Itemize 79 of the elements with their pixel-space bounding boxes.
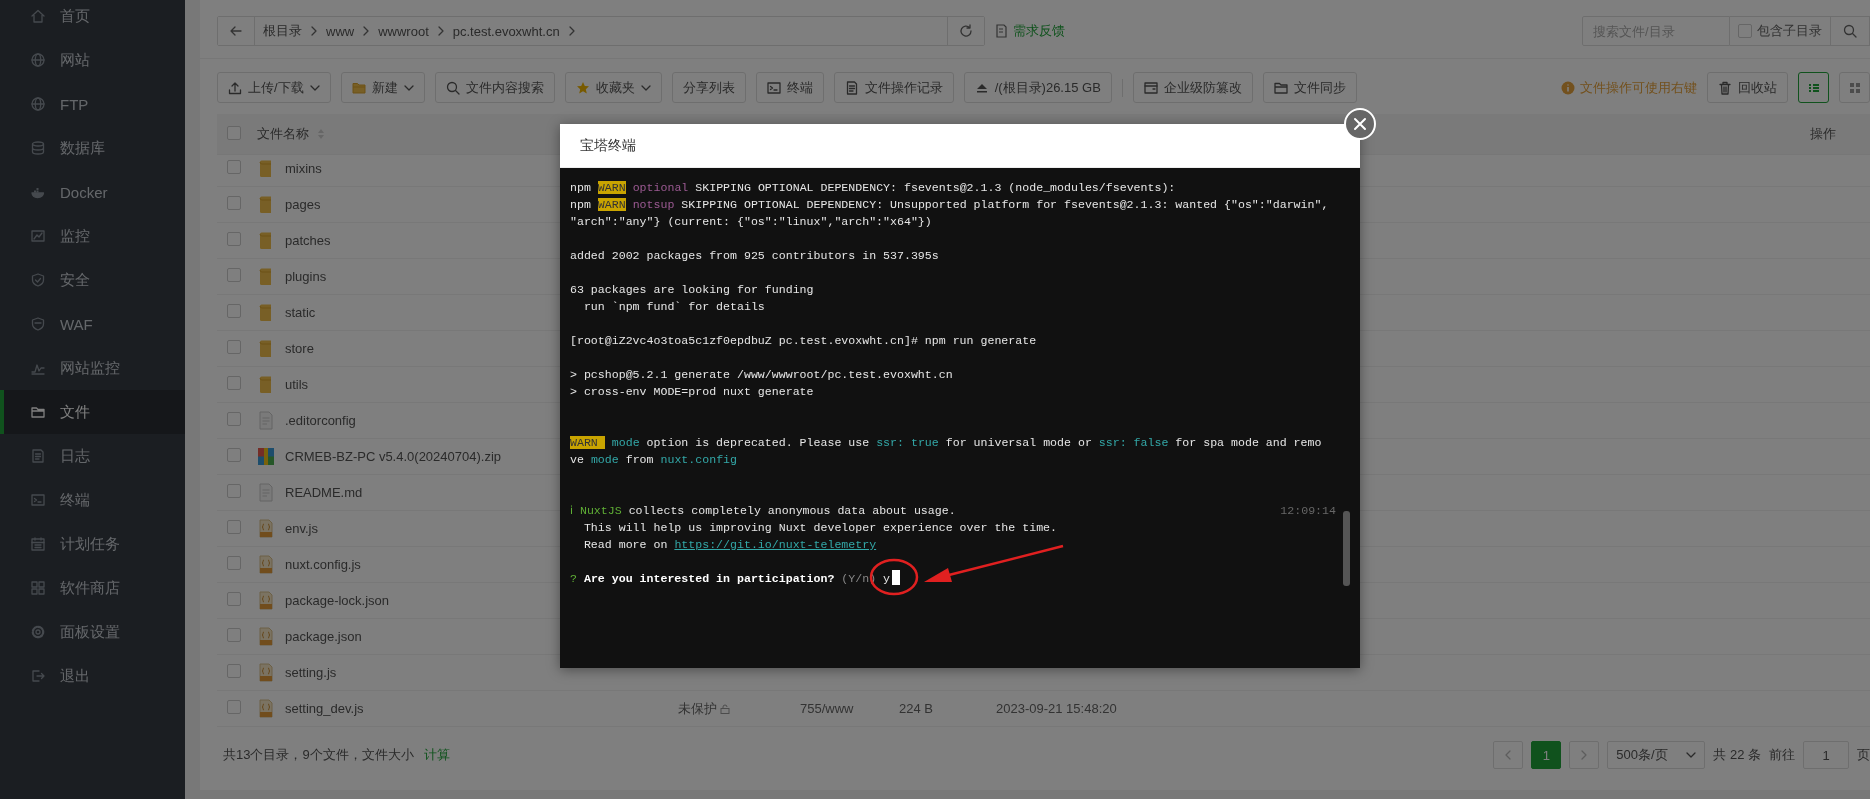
terminal-line: WARN mode option is deprecated. Please use ssr: true for universal mode or ssr: false for spa mode and remo <box>570 435 1322 451</box>
sidebar-item[interactable]: 文件 <box>0 390 185 434</box>
breadcrumb-link[interactable]: pc.test.evoxwht.cn <box>452 23 560 39</box>
breadcrumb-link[interactable]: www <box>326 23 355 39</box>
toolbar-button[interactable]: /(根目录)26.15 GB <box>963 72 1112 103</box>
file-name[interactable]: env.js <box>285 521 318 536</box>
sidebar-item[interactable]: 终端 <box>0 478 185 522</box>
terminal-line: > pcshop@5.2.1 generate /www/wwwroot/pc.test.evoxwht.cn <box>570 367 953 383</box>
timestamp: 12:09:14 <box>1280 503 1336 519</box>
page-unit-label: 页 <box>1857 746 1870 764</box>
toolbar-button[interactable]: 企业级防篡改 <box>1132 72 1253 103</box>
file-name[interactable]: package-lock.json <box>285 593 390 608</box>
file-name[interactable]: store <box>285 341 314 356</box>
sidebar-item[interactable]: 安全 <box>0 258 185 302</box>
page-size-select[interactable]: 500条/页 <box>1607 741 1706 769</box>
sidebar-item[interactable]: FTP <box>0 82 185 126</box>
sidebar-item[interactable]: 首页 <box>0 0 185 38</box>
sidebar-item[interactable]: 日志 <box>0 434 185 478</box>
total-count: 共 22 条 <box>1713 746 1761 764</box>
file-name[interactable]: patches <box>285 233 331 248</box>
sidebar-item[interactable]: 监控 <box>0 214 185 258</box>
terminal-line: > cross-env MODE=prod nuxt generate <box>570 384 814 400</box>
sidebar-item[interactable]: 面板设置 <box>0 610 185 654</box>
file-name[interactable]: static <box>285 305 316 320</box>
terminal-link[interactable]: https://git.io/nuxt-telemetry <box>674 538 877 551</box>
sidebar-item[interactable]: Docker <box>0 170 185 214</box>
date-cell: 2023-09-21 15:48:20 <box>996 701 1117 716</box>
toolbar-button[interactable]: 新建 <box>340 72 425 103</box>
right-click-hint: 文件操作可使用右键 <box>1561 78 1697 97</box>
sidebar-item[interactable]: 退出 <box>0 654 185 698</box>
file-name[interactable]: CRMEB-BZ-PC v5.4.0(20240704).zip <box>285 449 502 464</box>
file-name[interactable]: plugins <box>285 269 327 284</box>
column-header[interactable]: 文件名称 <box>257 125 309 143</box>
toolbar-button[interactable]: 文件操作记录 <box>833 72 954 103</box>
sidebar-item[interactable]: 网站 <box>0 38 185 82</box>
file-name[interactable]: .editorconfig <box>285 413 356 428</box>
terminal-line: [root@iZ2vc4o3toa5c1zf0epdbuZ pc.test.evoxwht.cn]# npm run generate <box>570 333 1037 349</box>
sidebar-item[interactable]: 网站监控 <box>0 346 185 390</box>
subdir-checkbox[interactable]: 包含子目录 <box>1730 16 1830 46</box>
file-name[interactable]: package.json <box>285 629 362 644</box>
breadcrumb-link[interactable]: wwwroot <box>378 23 429 39</box>
page-input[interactable]: 1 <box>1803 741 1849 769</box>
sidebar-item[interactable]: 软件商店 <box>0 566 185 610</box>
toolbar-button[interactable]: 终端 <box>755 72 824 103</box>
size-cell: 224 B <box>899 701 933 716</box>
terminal-line: This will help us improving Nuxt developer experience over the time. <box>582 520 1058 536</box>
toolbar-button[interactable]: 收藏夹 <box>564 72 662 103</box>
toolbar-button[interactable]: 文件同步 <box>1262 72 1357 103</box>
file-name[interactable]: mixins <box>285 161 322 176</box>
file-name[interactable]: setting.js <box>285 665 337 680</box>
permission-cell: 755/www <box>800 701 854 716</box>
terminal-line: 63 packages are looking for funding <box>570 282 814 298</box>
dialog-title: 宝塔终端 <box>560 124 1360 168</box>
file-name[interactable]: utils <box>285 377 309 392</box>
toolbar-button[interactable]: 文件内容搜索 <box>434 72 555 103</box>
calculate-link[interactable]: 计算 <box>423 746 450 764</box>
toolbar-button[interactable]: 分享列表 <box>671 72 746 103</box>
file-name[interactable]: pages <box>285 197 321 212</box>
file-name[interactable]: setting_dev.js <box>285 701 364 716</box>
column-header: 操作 <box>1810 126 1836 141</box>
recycle-bin-button[interactable]: 回收站 <box>1707 72 1788 103</box>
toolbar-button[interactable]: 上传/下载 <box>217 72 331 103</box>
feedback-link[interactable]: 需求反馈 <box>995 22 1065 40</box>
sidebar-item[interactable]: 数据库 <box>0 126 185 170</box>
file-summary: 共13个目录，9个文件，文件大小 <box>223 746 414 764</box>
file-name[interactable]: nuxt.config.js <box>285 557 361 572</box>
goto-label: 前往 <box>1769 746 1795 764</box>
terminal-line: run `npm fund` for details <box>582 299 765 315</box>
breadcrumb-link[interactable]: 根目录 <box>263 22 302 40</box>
file-name[interactable]: README.md <box>285 485 363 500</box>
terminal-line: "arch":"any"} (current: {"os":"linux","arch":"x64"}) <box>570 214 932 230</box>
page-button[interactable]: 1 <box>1531 741 1562 769</box>
terminal-line: ℹ NuxtJS collects completely anonymous data about usage. <box>570 503 956 519</box>
terminal-line: Read more on https://git.io/nuxt-telemetry <box>582 537 877 553</box>
terminal-line: ve mode from nuxt.config <box>570 452 737 468</box>
protection-status[interactable]: 未保护 <box>678 699 717 718</box>
sidebar-item[interactable]: WAF <box>0 302 185 346</box>
sidebar-item[interactable]: 计划任务 <box>0 522 185 566</box>
terminal-line: added 2002 packages from 925 contributors in 537.395s <box>570 248 939 264</box>
